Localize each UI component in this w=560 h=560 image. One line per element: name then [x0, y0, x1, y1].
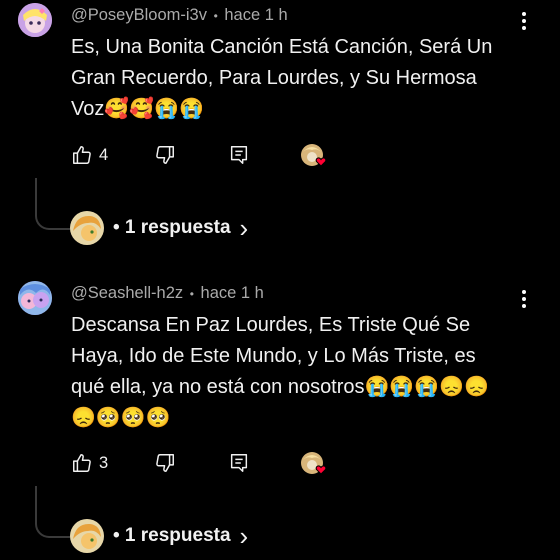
more-vertical-icon[interactable] [514, 286, 534, 312]
comment-text: Descansa En Paz Lourdes, Es Triste Qué S… [71, 310, 531, 434]
replies-label: • 1 respuesta [113, 217, 231, 238]
avatar-image [18, 3, 52, 37]
comment-text-line: Descansa En Paz Lourdes, Es Triste Qué S… [71, 314, 471, 336]
comment-text-line: Gran Recuerdo, Para Lourdes, y Su Hermos… [71, 67, 477, 89]
comment-time: hace 1 h [224, 6, 288, 24]
avatar[interactable] [18, 281, 52, 315]
view-replies-button[interactable]: • 1 respuesta › [70, 519, 248, 553]
comment-icon [230, 146, 248, 164]
author-handle[interactable]: @PoseyBloom-i3v [71, 6, 207, 24]
comment-text: Es, Una Bonita Canción Está Canción, Ser… [71, 32, 531, 125]
creator-heart-icon [299, 450, 331, 482]
comment-meta: @Seashell-h2z • hace 1 h [71, 284, 264, 303]
reply-button[interactable] [228, 144, 250, 166]
thumbs-up-icon [73, 454, 91, 472]
avatar [70, 519, 104, 553]
avatar [70, 211, 104, 245]
like-count: 3 [99, 453, 109, 472]
creator-heart-icon [299, 142, 331, 174]
more-vertical-icon[interactable] [514, 8, 534, 34]
comment-text-line: Es, Una Bonita Canción Está Canción, Ser… [71, 36, 493, 58]
replies-label: • 1 respuesta [113, 525, 231, 546]
like-button[interactable]: 3 [71, 452, 108, 474]
dislike-button[interactable] [154, 452, 176, 474]
comment-text-line: 😞🥺🥺🥺 [71, 407, 171, 429]
thumbs-down-icon [156, 454, 174, 472]
comment-icon [230, 454, 248, 472]
thread-line [35, 178, 75, 230]
comment-meta: @PoseyBloom-i3v • hace 1 h [71, 6, 288, 25]
chevron-right-icon: › [239, 521, 249, 551]
like-button[interactable]: 4 [71, 144, 108, 166]
comment-text-line: Haya, Ido de Este Mundo, y Lo Más Triste… [71, 345, 476, 367]
author-handle[interactable]: @Seashell-h2z [71, 284, 183, 302]
meta-separator: • [213, 9, 218, 23]
thread-line [35, 486, 75, 538]
comment-text-line: qué ella, ya no está con nosotros😭😭😭😞😞 [71, 376, 490, 398]
comment-text-line: Voz🥰🥰😭😭 [71, 98, 204, 120]
like-count: 4 [99, 145, 109, 164]
comment-time: hace 1 h [200, 284, 264, 302]
view-replies-button[interactable]: • 1 respuesta › [70, 211, 248, 245]
avatar[interactable] [18, 3, 52, 37]
dislike-button[interactable] [154, 144, 176, 166]
meta-separator: • [189, 287, 194, 301]
thumbs-down-icon [156, 146, 174, 164]
thumbs-up-icon [73, 146, 91, 164]
reply-button[interactable] [228, 452, 250, 474]
avatar-image [18, 281, 52, 315]
chevron-right-icon: › [239, 213, 249, 243]
